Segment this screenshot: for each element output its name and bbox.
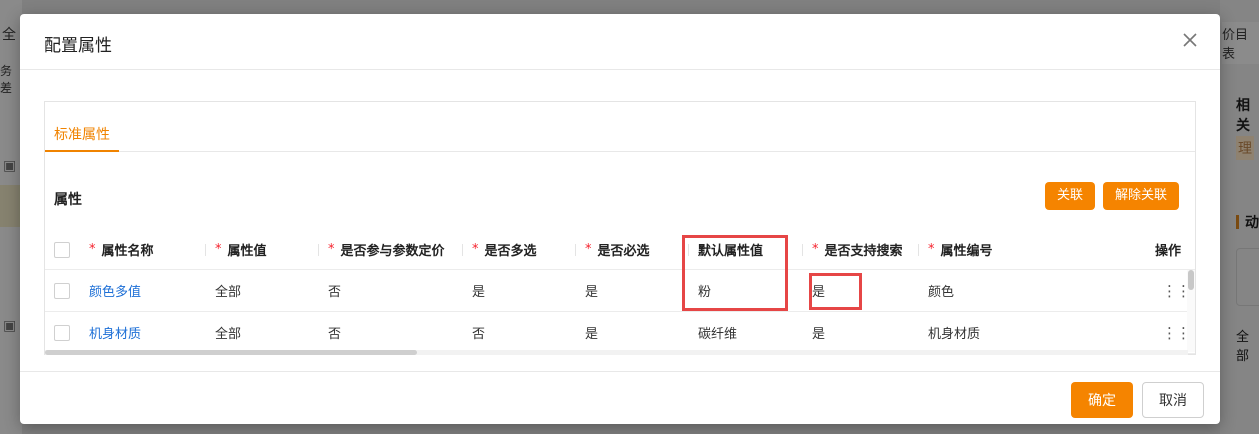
attribute-multi: 是 [472, 285, 486, 300]
attributes-panel: 标准属性 属性 关联 解除关联 * 属性名称 * 属性值 * 是否参与参数定价 * 是否… [44, 101, 1196, 355]
highlight-box-search [809, 273, 862, 310]
header-value: * 属性值 [215, 242, 267, 259]
attribute-default: 碳纤维 [698, 327, 738, 342]
horizontal-scrollbar[interactable] [45, 350, 1188, 355]
column-separator [918, 244, 919, 256]
drag-handle-icon[interactable]: ⋮⋮ [1162, 325, 1191, 340]
highlight-box-default-value [682, 235, 788, 311]
close-icon[interactable] [1178, 28, 1202, 52]
background-right-section-label: 动 [1245, 215, 1259, 231]
attribute-value: 全部 [215, 285, 242, 300]
required-mark: * [928, 242, 935, 257]
section-title: 属性 [54, 192, 82, 208]
header-name: * 属性名称 [89, 242, 154, 259]
attribute-code: 颜色 [928, 285, 955, 300]
tab-standard-attributes[interactable]: 标准属性 [45, 102, 119, 152]
attribute-required: 是 [585, 285, 599, 300]
background-right-card [1236, 248, 1259, 306]
attribute-name-link[interactable]: 颜色多值 [89, 281, 141, 300]
modal-header: 配置属性 [20, 14, 1220, 70]
required-mark: * [89, 242, 96, 257]
attributes-table: * 属性名称 * 属性值 * 是否参与参数定价 * 是否多选 * 是否必选 默认属性值 *… [45, 230, 1195, 354]
select-all-checkbox[interactable] [54, 241, 70, 258]
table-header-row: * 属性名称 * 属性值 * 是否参与参数定价 * 是否多选 * 是否必选 默认属性值 *… [45, 230, 1195, 270]
horizontal-scrollbar-thumb[interactable] [45, 350, 417, 355]
background-right-tag: 理 [1236, 136, 1254, 160]
attribute-price: 否 [328, 327, 342, 342]
attribute-multi: 否 [472, 327, 486, 342]
link-button[interactable]: 关联 [1045, 182, 1095, 210]
cube-icon: ▣ [3, 318, 17, 334]
column-separator [575, 244, 576, 256]
required-mark: * [585, 242, 592, 257]
required-mark: * [215, 242, 222, 257]
header-required: * 是否必选 [585, 242, 650, 259]
attribute-name-link[interactable]: 机身材质 [89, 323, 141, 342]
ok-button[interactable]: 确定 [1071, 382, 1133, 418]
background-left-column: 全 务差 ▣ ▣ [0, 0, 22, 434]
header-operation: 操作 [1155, 244, 1182, 259]
attribute-required: 是 [585, 327, 599, 342]
table-row: 机身材质 全部 否 否 是 碳纤维 是 机身材质 ⋮⋮ [45, 312, 1195, 354]
cancel-button[interactable]: 取消 [1142, 382, 1204, 418]
background-left-text-2: 务差 [0, 64, 13, 95]
attribute-value: 全部 [215, 327, 242, 342]
cube-icon: ▣ [3, 158, 17, 174]
background-highlight [0, 185, 22, 227]
tab-bar: 标准属性 [45, 102, 1195, 152]
background-left-text: 全 [2, 27, 16, 43]
section-bar [1236, 215, 1239, 229]
column-separator [205, 244, 206, 256]
background-right-heading: 相关 [1236, 98, 1250, 134]
required-mark: * [812, 242, 819, 257]
table-row: 颜色多值 全部 否 是 是 粉 是 颜色 ⋮⋮ [45, 270, 1195, 312]
config-attributes-modal: 配置属性 标准属性 属性 关联 解除关联 * 属性名称 * 属性值 * 是否参与参数定… [20, 14, 1220, 424]
row-checkbox[interactable] [54, 324, 70, 341]
background-right-tab: 价目表 [1222, 22, 1259, 64]
attribute-price: 否 [328, 285, 342, 300]
drag-handle-icon[interactable]: ⋮⋮ [1162, 283, 1191, 298]
column-separator [802, 244, 803, 256]
background-right-section: 动 [1236, 212, 1259, 232]
required-mark: * [472, 242, 479, 257]
header-price: * 是否参与参数定价 [328, 242, 445, 259]
vertical-scrollbar[interactable] [1187, 270, 1195, 352]
column-separator [462, 244, 463, 256]
background-right-column: 价目表 相关 理 动 全部 [1220, 0, 1259, 434]
unlink-button[interactable]: 解除关联 [1103, 182, 1179, 210]
vertical-scrollbar-thumb[interactable] [1188, 270, 1194, 290]
modal-title: 配置属性 [44, 36, 112, 56]
row-checkbox[interactable] [54, 282, 70, 299]
attribute-code: 机身材质 [928, 327, 981, 342]
required-mark: * [328, 242, 335, 257]
modal-footer: 确定 取消 [20, 371, 1220, 424]
background-right-text: 全部 [1236, 330, 1250, 364]
header-search: * 是否支持搜索 [812, 242, 903, 259]
header-multi: * 是否多选 [472, 242, 537, 259]
column-separator [318, 244, 319, 256]
attribute-search: 是 [812, 327, 826, 342]
header-code: * 属性编号 [928, 242, 993, 259]
